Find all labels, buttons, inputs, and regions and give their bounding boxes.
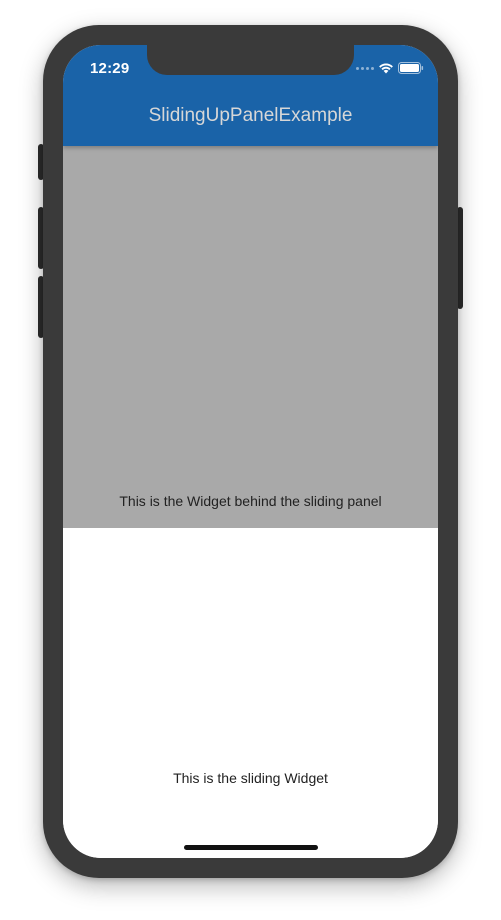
- notch: [147, 45, 354, 75]
- sliding-panel[interactable]: This is the sliding Widget: [63, 528, 438, 858]
- page: 12:29 SlidingUpPanelExample This is the …: [0, 0, 501, 920]
- home-indicator[interactable]: [184, 845, 318, 850]
- status-icons: [356, 62, 424, 74]
- app-title: SlidingUpPanelExample: [148, 105, 353, 126]
- background-widget: This is the Widget behind the sliding pa…: [63, 146, 438, 528]
- signal-dots-icon: [356, 66, 374, 70]
- app-bar: 12:29 SlidingUpPanelExample: [63, 45, 438, 146]
- status-time: 12:29: [90, 60, 130, 77]
- background-widget-text: This is the Widget behind the sliding pa…: [119, 493, 382, 509]
- sliding-panel-text: This is the sliding Widget: [173, 770, 328, 786]
- wifi-icon: [379, 63, 393, 74]
- phone-screen: 12:29 SlidingUpPanelExample This is the …: [63, 45, 438, 858]
- battery-icon: [398, 62, 424, 74]
